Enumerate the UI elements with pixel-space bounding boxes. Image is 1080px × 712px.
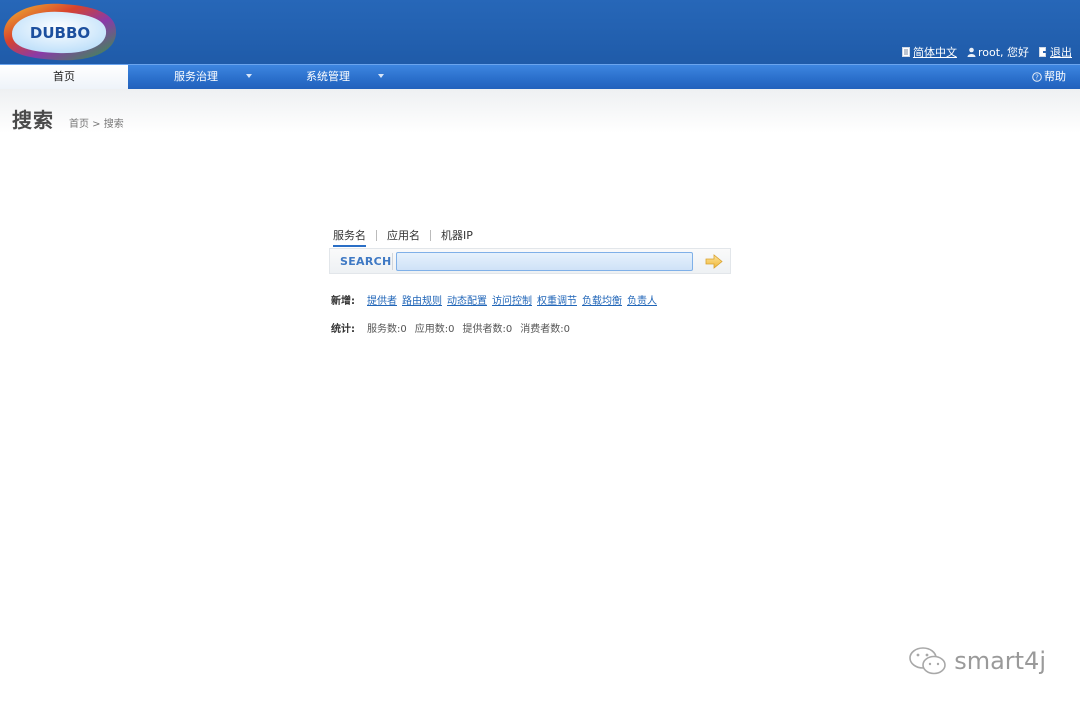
help-label[interactable]: 帮助 [1044,65,1066,89]
title-band [0,89,1080,133]
add-weight-adjust-link[interactable]: 权重调节 [537,292,577,307]
search-divider [392,253,393,270]
tab-application-name[interactable]: 应用名 [387,227,420,243]
help-icon: ? [1032,72,1042,82]
user-greeting-label: root, 您好 [977,46,1029,59]
main-nav: 首页 服务治理 系统管理 ? 帮助 [0,64,1080,89]
chevron-down-icon[interactable] [246,74,252,78]
logout-icon [1039,47,1047,57]
logo-text: DUBBO [30,24,90,42]
add-route-rule-link[interactable]: 路由规则 [402,292,442,307]
tab-divider [430,229,431,241]
user-icon [967,47,976,57]
nav-home-tab[interactable]: 首页 [0,65,128,89]
help-link[interactable]: ? 帮助 [1032,65,1066,89]
page-title: 搜索 [12,108,54,132]
logout-label[interactable]: 退出 [1050,44,1072,60]
user-greeting: root, 您好 [967,44,1029,60]
document-icon [901,47,910,57]
provider-count: 提供者数:0 [462,324,513,335]
nav-system-management[interactable]: 系统管理 [306,65,350,89]
stats-label: 统计: [331,324,355,335]
language-link[interactable]: 简体中文 [901,44,957,60]
breadcrumb: 首页 > 搜索 [69,119,124,130]
add-load-balance-link[interactable]: 负载均衡 [582,292,622,307]
tab-service-name[interactable]: 服务名 [333,227,366,247]
add-new-label: 新增: [331,296,355,307]
svg-text:?: ? [1035,74,1039,82]
nav-service-governance[interactable]: 服务治理 [174,65,218,89]
tab-machine-ip[interactable]: 机器IP [441,227,473,243]
add-owner-link[interactable]: 负责人 [627,292,657,307]
dubbo-logo[interactable]: DUBBO [0,0,118,64]
consumer-count: 消费者数:0 [520,324,570,335]
wechat-icon [909,647,946,675]
application-count: 应用数:0 [414,324,455,335]
stats-row: 统计: 服务数:0 应用数:0 提供者数:0 消费者数:0 [331,320,573,335]
service-count: 服务数:0 [367,324,407,335]
arrow-right-icon[interactable] [705,254,723,269]
add-dynamic-config-link[interactable]: 动态配置 [447,292,487,307]
add-access-control-link[interactable]: 访问控制 [492,292,532,307]
search-box: SEARCH [329,248,731,274]
search-type-tabs: 服务名 应用名 机器IP [333,227,473,247]
watermark: smart4j [908,645,1046,677]
add-new-row: 新增: 提供者 路由规则 动态配置 访问控制 权重调节 负载均衡 负责人 [331,292,657,307]
header-bar: DUBBO 简体中文 root, 您好 退出 [0,0,1080,64]
chevron-down-icon[interactable] [378,74,384,78]
language-label[interactable]: 简体中文 [913,44,957,60]
watermark-text: smart4j [954,647,1046,675]
tab-divider [376,229,377,241]
search-input[interactable] [396,252,693,271]
add-provider-link[interactable]: 提供者 [367,292,397,307]
logout-link[interactable]: 退出 [1039,44,1072,60]
search-label: SEARCH [340,255,392,268]
